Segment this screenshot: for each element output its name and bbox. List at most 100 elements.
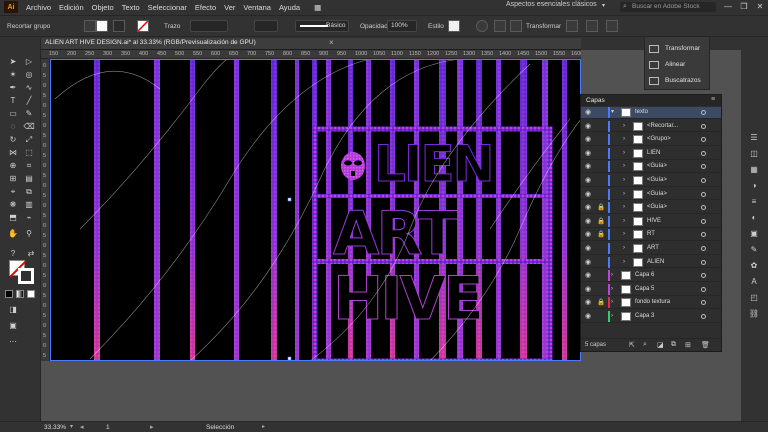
scale-tool-icon[interactable]: ⤢ (22, 134, 36, 145)
menu-archivo[interactable]: Archivo (22, 3, 55, 12)
expand-chevron-icon[interactable]: › (623, 134, 625, 145)
lock-icon[interactable]: 🔒 (597, 202, 605, 213)
export-icon[interactable]: ⇱ (629, 341, 635, 349)
expand-chevron-icon[interactable]: › (623, 161, 625, 172)
target-circle-icon[interactable] (701, 137, 706, 143)
visibility-eye-icon[interactable]: ◉ (585, 270, 591, 281)
lock-icon[interactable]: 🔒 (597, 216, 605, 227)
maximize-icon[interactable]: ❐ (738, 0, 750, 14)
recolor-icon[interactable] (476, 20, 488, 32)
clipping-mask-icon[interactable]: ◪ (657, 341, 664, 349)
expand-chevron-icon[interactable]: › (623, 148, 625, 159)
graphic-styles-icon[interactable]: ▣ (748, 228, 760, 240)
status-chevron-icon[interactable]: ▸ (262, 423, 265, 430)
brushes-icon[interactable]: ✎ (748, 244, 760, 256)
new-layer-icon[interactable]: ⊞ (685, 341, 691, 349)
layer-row[interactable]: ◉ › Capa 6 (581, 270, 721, 282)
color-mode-swatch[interactable] (5, 290, 13, 298)
zoom-level[interactable]: 33.33% (44, 424, 66, 431)
close-window-icon[interactable]: ✕ (754, 0, 766, 14)
graph-tool-icon[interactable]: ▥ (22, 199, 36, 210)
visibility-eye-icon[interactable]: ◉ (585, 161, 591, 172)
zoom-chevron-icon[interactable]: ▾ (70, 423, 73, 430)
artboard-next-icon[interactable]: ▸ (150, 423, 154, 431)
lock-icon[interactable]: 🔒 (597, 229, 605, 240)
rotate-tool-icon[interactable]: ↻ (6, 134, 20, 145)
line-tool-icon[interactable]: ╱ (22, 95, 36, 106)
close-tab-icon[interactable]: × (329, 38, 334, 47)
target-circle-icon[interactable] (701, 205, 706, 211)
align-panel-item[interactable]: Alinear (649, 59, 685, 71)
visibility-eye-icon[interactable]: ◉ (585, 189, 591, 200)
target-circle-icon[interactable] (701, 259, 706, 265)
flip-icon[interactable] (566, 20, 578, 32)
layer-row[interactable]: ◉ › Capa 5 (581, 283, 721, 296)
layer-row[interactable]: ◉ 🔒 › HIVE (581, 215, 721, 228)
menu-seleccionar[interactable]: Seleccionar (144, 3, 191, 12)
direct-selection-tool-icon[interactable]: ▷ (22, 56, 36, 67)
zoom-tool-icon[interactable]: ⚲ (22, 228, 36, 239)
target-circle-icon[interactable] (701, 110, 706, 115)
swatches-icon[interactable]: ▦ (748, 164, 760, 176)
target-circle-icon[interactable] (701, 164, 706, 170)
panel-menu-icon[interactable]: ≡ (711, 96, 715, 103)
transform-button[interactable]: Transformar (526, 23, 561, 30)
visibility-eye-icon[interactable]: ◉ (585, 107, 591, 118)
expand-chevron-icon[interactable]: › (623, 202, 625, 213)
panel-menu-icon[interactable] (586, 20, 598, 32)
help-icon[interactable]: ? (6, 248, 20, 259)
perspective-grid-icon[interactable]: ⌗ (22, 160, 36, 171)
mesh-tool-icon[interactable]: ⊞ (6, 173, 20, 184)
free-transform-icon[interactable]: ⬚ (22, 147, 36, 158)
target-circle-icon[interactable] (701, 191, 706, 197)
locate-object-icon[interactable]: ⌕ (643, 341, 647, 349)
paintbrush-icon[interactable]: ✎ (22, 108, 36, 119)
gradient-tool-icon[interactable]: ▤ (22, 173, 36, 184)
screen-mode-icon[interactable]: ▣ (6, 320, 20, 331)
visibility-eye-icon[interactable]: ◉ (585, 257, 591, 268)
slice-tool-icon[interactable]: ⌁ (22, 212, 36, 223)
target-circle-icon[interactable] (701, 246, 706, 251)
draw-mode-icon[interactable]: ◨ (6, 304, 20, 315)
visibility-eye-icon[interactable]: ◉ (585, 202, 591, 213)
edit-toolbar-icon[interactable]: ⋯ (6, 336, 20, 347)
target-circle-icon[interactable] (701, 314, 706, 319)
blend-tool-icon[interactable]: ⧉ (22, 186, 36, 197)
brush-select[interactable]: Básico (295, 20, 349, 32)
isolate-icon[interactable] (84, 20, 96, 32)
visibility-eye-icon[interactable]: ◉ (585, 134, 591, 145)
layer-row[interactable]: ◉ 🔒 › fondo textura (581, 297, 721, 310)
align-icon[interactable] (494, 20, 506, 32)
stroke-weight-input[interactable] (190, 20, 228, 32)
artboard-prev-icon[interactable]: ◂ (80, 423, 84, 431)
artboard[interactable]: LIEN ART HIVE A (50, 59, 581, 361)
style-swatch[interactable] (448, 20, 460, 32)
layer-row[interactable]: ◉ › <Guía> (581, 188, 721, 201)
expand-chevron-icon[interactable]: › (611, 311, 613, 322)
visibility-eye-icon[interactable]: ◉ (585, 297, 591, 308)
variable-width-select[interactable] (254, 20, 278, 32)
layer-row[interactable]: ◉ 🔒 › <Guía> (581, 202, 721, 214)
rectangle-tool-icon[interactable]: ▭ (6, 108, 20, 119)
opacity-input[interactable]: 100% (387, 20, 417, 32)
properties-icon[interactable]: ☰ (748, 132, 760, 144)
target-circle-icon[interactable] (701, 232, 706, 238)
delete-layer-icon[interactable]: 🗑 (701, 341, 710, 349)
layer-row[interactable]: ◉ › <Guía> (581, 175, 721, 187)
menu-ver[interactable]: Ver (220, 3, 239, 12)
workspace-chevron-icon[interactable]: ▾ (602, 2, 605, 9)
selection-tool-icon[interactable]: ➤ (6, 56, 20, 67)
visibility-eye-icon[interactable]: ◉ (585, 175, 591, 186)
expand-chevron-icon[interactable]: › (623, 257, 625, 268)
symbols-icon[interactable]: ✿ (748, 260, 760, 272)
target-circle-icon[interactable] (701, 273, 706, 279)
stock-search-input[interactable]: ⌕ Buscar en Adobe Stock (620, 2, 716, 12)
expand-chevron-icon[interactable]: › (611, 297, 613, 308)
layer-row[interactable]: ◉ › <Grupo> (581, 134, 721, 146)
visibility-eye-icon[interactable]: ◉ (585, 229, 591, 240)
target-circle-icon[interactable] (701, 218, 706, 224)
expand-chevron-icon[interactable]: › (623, 216, 625, 227)
expand-chevron-icon[interactable]: › (623, 175, 625, 186)
expand-chevron-icon[interactable]: › (623, 121, 625, 132)
visibility-eye-icon[interactable]: ◉ (585, 284, 591, 295)
